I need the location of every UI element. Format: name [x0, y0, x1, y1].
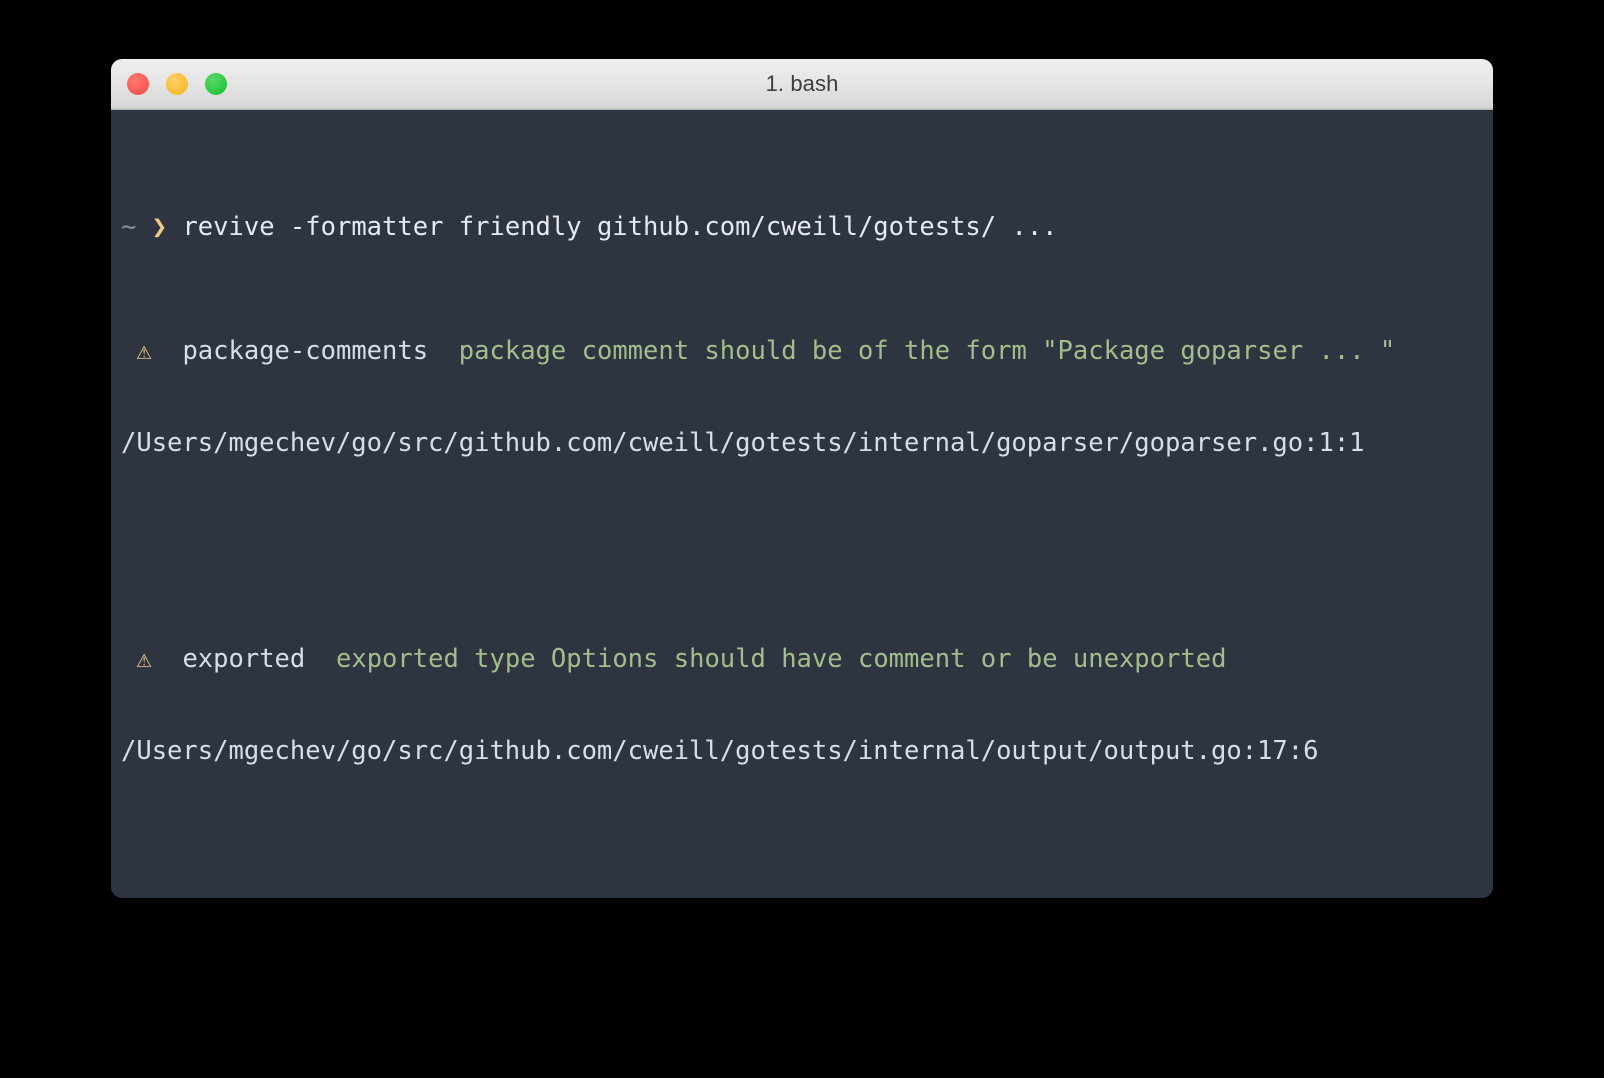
- problem-rule: package-comments: [182, 336, 428, 366]
- terminal-window: 1. bash ~ ❯ revive -formatter friendly g…: [111, 59, 1493, 898]
- problem-location-text: /Users/mgechev/go/src/github.com/cweill/…: [121, 736, 1318, 766]
- problem-message: exported type Options should have commen…: [336, 644, 1226, 674]
- prompt-chevron-icon: ❯: [152, 212, 167, 242]
- prompt-cwd: ~: [121, 212, 136, 242]
- problem-location: /Users/mgechev/go/src/github.com/cweill/…: [111, 736, 1493, 767]
- problem-rule: exported: [182, 644, 305, 674]
- problem-header: ⚠ package-comments package comment shoul…: [111, 336, 1493, 367]
- window-titlebar[interactable]: 1. bash: [111, 59, 1493, 110]
- problem-location-text: /Users/mgechev/go/src/github.com/cweill/…: [121, 428, 1365, 458]
- spacer-line: [111, 828, 1493, 859]
- warning-icon: ⚠: [136, 644, 151, 674]
- problem-message: package comment should be of the form "P…: [459, 336, 1396, 366]
- spacer-line: [111, 520, 1493, 551]
- screen: 1. bash ~ ❯ revive -formatter friendly g…: [0, 0, 1604, 1078]
- prompt-command: revive -formatter friendly github.com/cw…: [182, 212, 1057, 242]
- prompt-line: ~ ❯ revive -formatter friendly github.co…: [111, 212, 1493, 243]
- problem-location: /Users/mgechev/go/src/github.com/cweill/…: [111, 428, 1493, 459]
- terminal-output[interactable]: ~ ❯ revive -formatter friendly github.co…: [111, 110, 1493, 898]
- window-title: 1. bash: [111, 59, 1493, 109]
- warning-icon: ⚠: [136, 336, 151, 366]
- problem-header: ⚠ exported exported type Options should …: [111, 644, 1493, 675]
